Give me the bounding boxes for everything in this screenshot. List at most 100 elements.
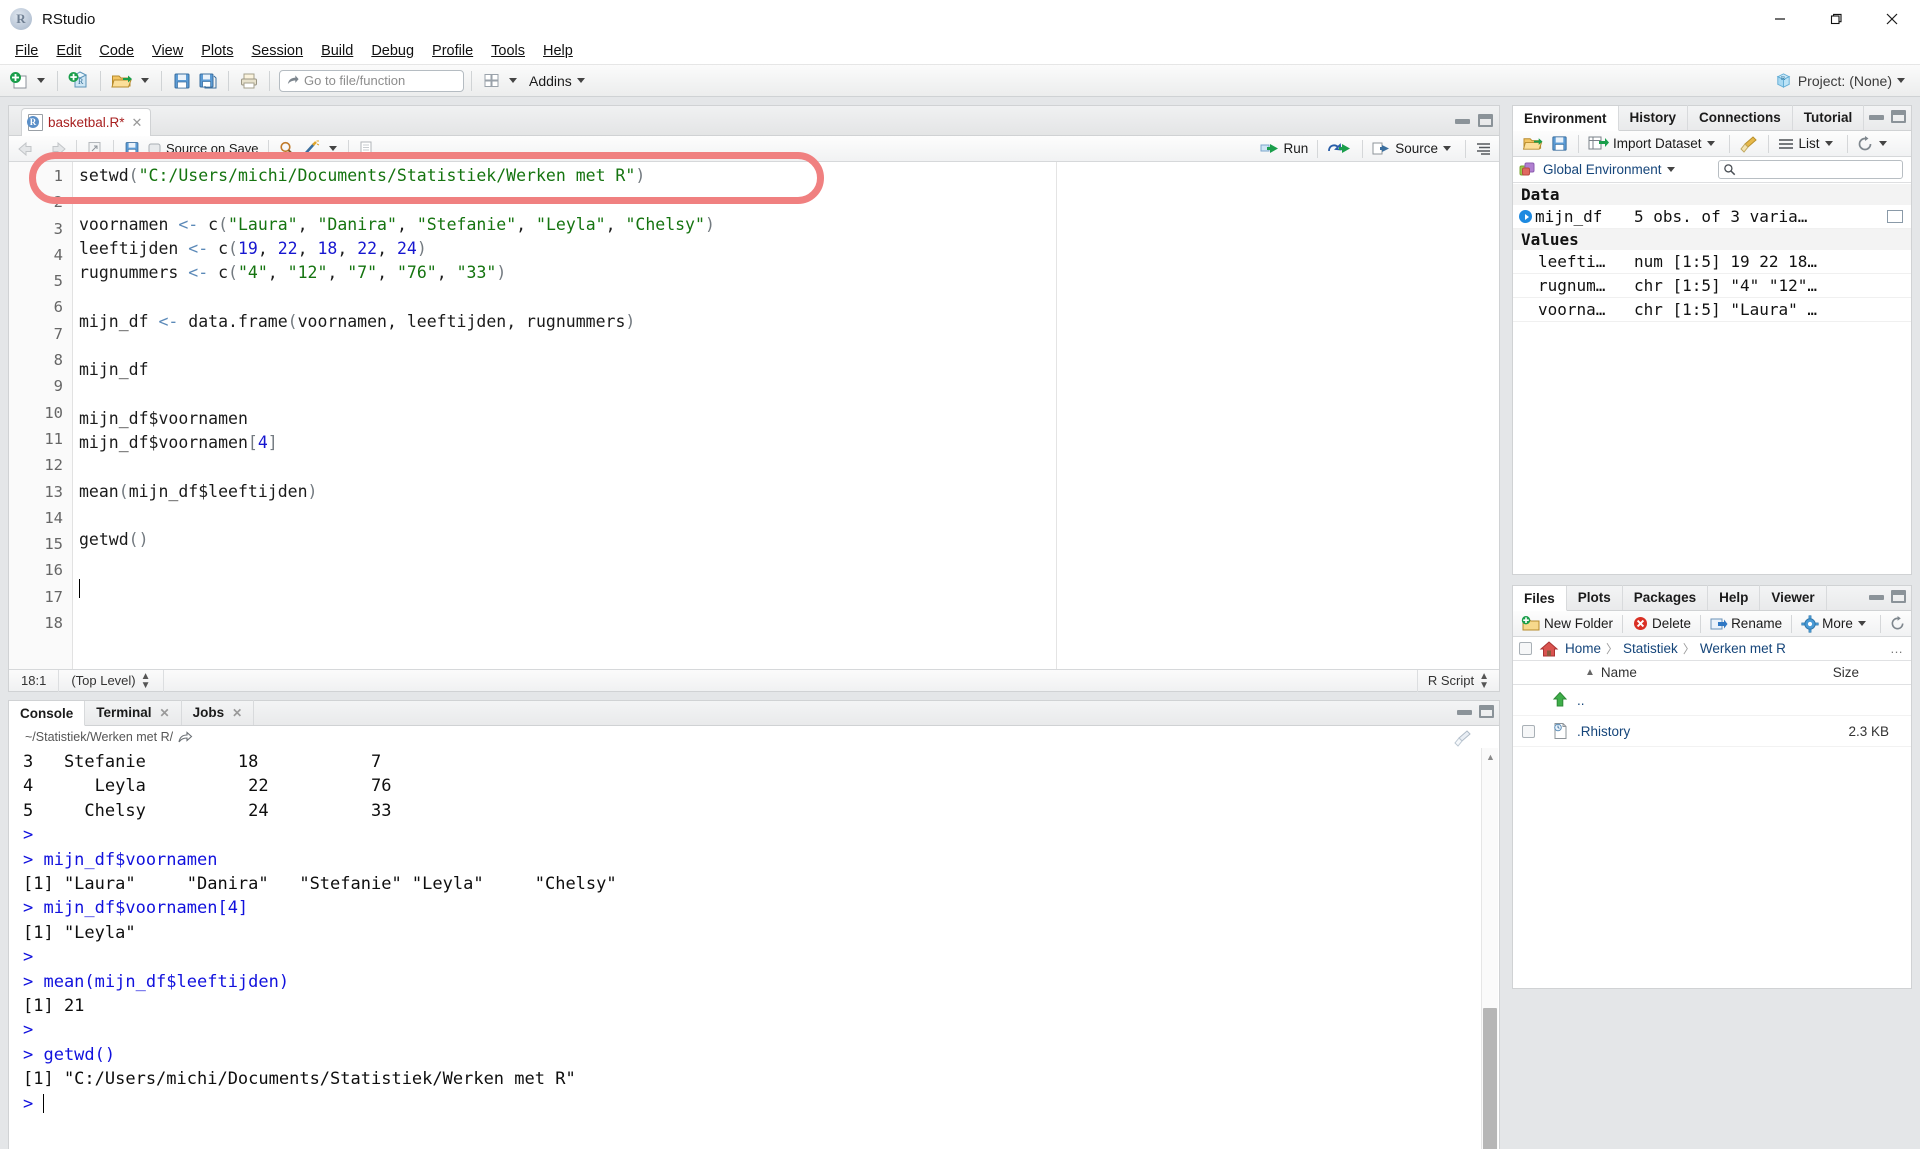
tab-plots[interactable]: Plots (1567, 585, 1623, 610)
import-dataset-dropdown-icon[interactable] (1706, 141, 1715, 146)
code-line[interactable]: setwd("C:/Users/michi/Documents/Statisti… (73, 164, 1499, 188)
refresh-dropdown-icon[interactable] (1878, 141, 1887, 146)
addins-dropdown-icon[interactable] (576, 78, 585, 83)
code-line[interactable] (73, 577, 1499, 601)
code-line[interactable] (73, 188, 1499, 212)
code-line[interactable]: mijn_df$voornamen[4] (73, 431, 1499, 455)
tab-viewer[interactable]: Viewer (1760, 585, 1827, 610)
menu-plots[interactable]: Plots (192, 40, 242, 62)
project-selector[interactable]: R Project: (None) (1774, 71, 1910, 90)
environment-search-input[interactable] (1718, 160, 1903, 179)
code-line[interactable] (73, 285, 1499, 309)
column-header-name[interactable]: Name (1601, 665, 1637, 680)
list-view-dropdown-icon[interactable] (1824, 141, 1833, 146)
new-folder-button[interactable]: New Folder (1518, 612, 1616, 636)
tab-environment[interactable]: Environment (1513, 106, 1619, 131)
project-dropdown-icon[interactable] (1897, 78, 1905, 83)
delete-file-button[interactable]: Delete (1629, 612, 1694, 636)
code-editor[interactable]: 1 2 3 4 5 6 7 8 9 10 11 12 13 14 15 16 17 18 setwd("C:/Us… (9, 162, 1499, 669)
tab-console[interactable]: Console (9, 701, 86, 726)
sort-ascending-icon[interactable]: ▲ (1585, 667, 1595, 678)
source-minimize-button[interactable] (1455, 114, 1470, 125)
breadcrumb-statistiek[interactable]: Statistiek (1623, 641, 1678, 656)
popout-source-button[interactable] (83, 137, 107, 161)
view-data-grid-icon[interactable] (1887, 210, 1903, 223)
console-minimize-button[interactable] (1457, 705, 1472, 716)
new-project-button[interactable]: R (65, 69, 93, 93)
document-tab-basketbal[interactable]: basketbal.R* ✕ (21, 108, 152, 136)
console-maximize-button[interactable] (1479, 705, 1494, 718)
select-all-checkbox[interactable] (1519, 642, 1532, 655)
save-workspace-button[interactable] (1547, 132, 1572, 156)
console-output[interactable]: 3 Stefanie 18 7 4 Leyla 22 76 5 Chelsy 24 … (9, 748, 1499, 1149)
more-dropdown-icon[interactable] (1857, 621, 1866, 626)
scope-stepper-icon[interactable]: ▲ ▼ (141, 671, 151, 690)
editor-code-area[interactable]: setwd("C:/Users/michi/Documents/Statisti… (73, 162, 1499, 669)
menu-file[interactable]: File (6, 40, 47, 62)
breadcrumb-werken-met-r[interactable]: Werken met R (1700, 641, 1786, 656)
environment-scope-dropdown-icon[interactable] (1666, 167, 1675, 172)
print-button[interactable] (236, 69, 262, 93)
source-on-save-checkbox[interactable]: Source on Save (144, 137, 262, 161)
code-line[interactable] (73, 383, 1499, 407)
more-actions-button[interactable]: More (1798, 612, 1874, 636)
open-file-button[interactable] (108, 69, 136, 93)
environment-minimize-button[interactable] (1869, 110, 1884, 121)
maximize-button[interactable] (1808, 0, 1864, 38)
back-button[interactable] (14, 137, 42, 161)
expand-object-icon[interactable] (1519, 210, 1532, 223)
environment-object-row[interactable]: leefti… num [1:5] 19 22 18… (1513, 250, 1911, 274)
breadcrumb-home[interactable]: Home (1565, 641, 1601, 656)
pane-layout-dropdown-icon[interactable] (509, 78, 517, 83)
files-maximize-button[interactable] (1891, 590, 1906, 603)
show-outline-button[interactable] (1472, 137, 1495, 161)
tab-help[interactable]: Help (1708, 585, 1761, 610)
code-line[interactable]: mijn_df <- data.frame(voornamen, leeftij… (73, 310, 1499, 334)
compile-report-button[interactable] (355, 137, 377, 161)
tab-packages[interactable]: Packages (1623, 585, 1709, 610)
files-minimize-button[interactable] (1869, 590, 1884, 601)
environment-object-list[interactable]: Data mijn_df 5 obs. of 3 varia… Values leeft… (1513, 184, 1911, 574)
open-file-dropdown-icon[interactable] (141, 78, 149, 83)
tab-files[interactable]: Files (1513, 586, 1567, 611)
code-line[interactable]: mijn_df$voornamen (73, 407, 1499, 431)
goto-file-function-input[interactable]: Go to file/function (279, 69, 464, 92)
source-script-button[interactable]: Source (1369, 137, 1459, 161)
code-line[interactable] (73, 553, 1499, 577)
source-maximize-button[interactable] (1478, 114, 1493, 127)
jobs-close-icon[interactable]: ✕ (232, 706, 242, 720)
file-checkbox[interactable] (1521, 724, 1535, 738)
import-dataset-button[interactable]: Import Dataset (1585, 132, 1723, 156)
scroll-up-arrow-icon[interactable]: ▲ (1482, 748, 1499, 765)
code-tools-button[interactable] (299, 137, 324, 161)
breadcrumb-overflow[interactable]: … (1890, 641, 1903, 656)
tab-jobs[interactable]: Jobs ✕ (182, 700, 255, 725)
save-button[interactable] (169, 69, 195, 93)
code-line[interactable]: mijn_df (73, 358, 1499, 382)
rename-file-button[interactable]: Rename (1707, 612, 1785, 636)
save-all-button[interactable] (195, 69, 221, 93)
code-line[interactable] (73, 456, 1499, 480)
document-type-stepper-icon[interactable]: ▲ ▼ (1479, 671, 1489, 690)
new-file-button[interactable] (6, 69, 32, 93)
environment-object-row[interactable]: mijn_df 5 obs. of 3 varia… (1513, 205, 1911, 229)
console-scrollbar-thumb[interactable] (1483, 1008, 1497, 1149)
menu-debug[interactable]: Debug (362, 40, 423, 62)
clear-objects-button[interactable] (1736, 132, 1762, 156)
tab-connections[interactable]: Connections (1688, 105, 1793, 130)
code-line[interactable]: rugnummers <- c("4", "12", "7", "76", "3… (73, 261, 1499, 285)
addins-button[interactable]: Addins (522, 69, 593, 93)
find-replace-button[interactable] (275, 137, 299, 161)
code-line[interactable]: leeftijden <- c(19, 22, 18, 22, 24) (73, 237, 1499, 261)
console-scrollbar[interactable]: ▲ ▼ (1481, 748, 1498, 1149)
file-name[interactable]: .. (1577, 693, 1585, 708)
rerun-button[interactable] (1324, 137, 1356, 161)
code-tools-dropdown-icon[interactable] (328, 146, 337, 151)
files-list[interactable]: .. .Rhistory 2.3 KB (1513, 685, 1911, 747)
file-row[interactable]: .Rhistory 2.3 KB (1513, 716, 1911, 747)
document-type-selector[interactable]: R Script ▲ ▼ (1416, 669, 1499, 692)
pane-layout-button[interactable] (479, 69, 504, 93)
code-line[interactable]: mean(mijn_df$leeftijden) (73, 480, 1499, 504)
terminal-close-icon[interactable]: ✕ (160, 706, 170, 720)
tab-history[interactable]: History (1619, 105, 1689, 130)
